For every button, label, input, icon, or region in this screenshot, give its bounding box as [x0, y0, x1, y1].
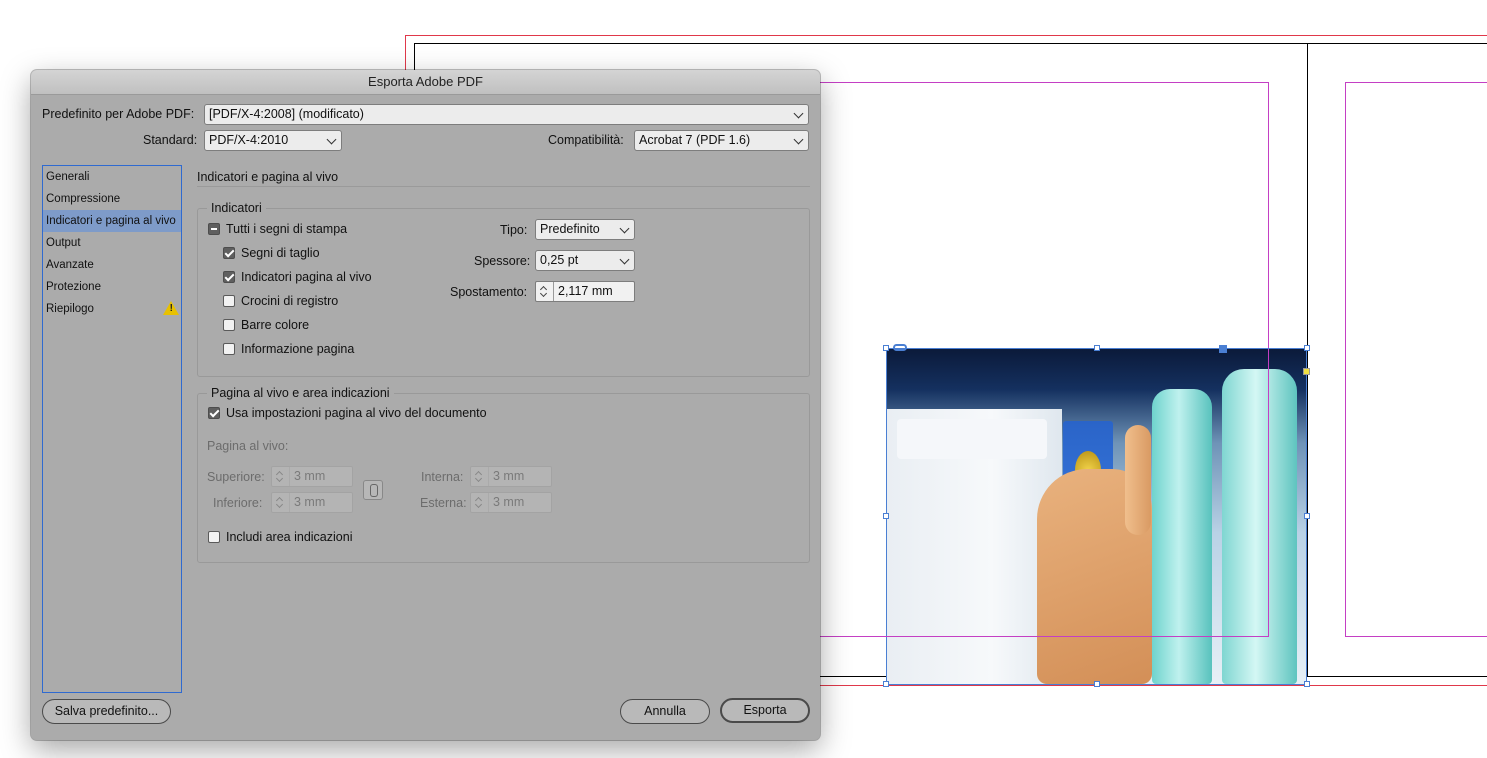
page-info-checkbox[interactable]: [223, 343, 235, 355]
sidebar-item-label: Avanzate: [46, 259, 94, 271]
sidebar-item-output[interactable]: Output: [43, 232, 181, 254]
slug-area-checkbox[interactable]: [208, 531, 220, 543]
compatibility-select[interactable]: Acrobat 7 (PDF 1.6): [634, 130, 809, 151]
bottom-bleed-stepper[interactable]: 3 mm: [271, 492, 353, 513]
type-value: Predefinito: [540, 222, 600, 236]
chevron-down-icon: [793, 134, 804, 145]
type-label: Tipo:: [500, 223, 528, 237]
inside-bleed-label: Interna:: [421, 470, 464, 484]
content-grabber-handle[interactable]: [1219, 345, 1227, 353]
use-doc-bleed-checkbox[interactable]: [208, 407, 220, 419]
top-bleed-label: Superiore:: [207, 470, 265, 484]
offset-value: 2,117 mm: [558, 284, 613, 298]
crop-marks-label: Segni di taglio: [241, 246, 320, 260]
live-corner-handle[interactable]: [1303, 368, 1310, 375]
all-marks-label: Tutti i segni di stampa: [226, 222, 348, 236]
image-frame-margin-overlay: [886, 636, 1269, 637]
outside-bleed-label: Esterna:: [420, 496, 467, 510]
stepper-arrows-icon[interactable]: [471, 467, 489, 486]
standard-label: Standard:: [143, 133, 198, 147]
image-frame[interactable]: [886, 348, 1307, 685]
outside-bleed-value: 3 mm: [493, 495, 525, 509]
sidebar-item-generali[interactable]: Generali: [43, 166, 181, 188]
all-marks-checkbox[interactable]: [208, 223, 220, 235]
chevron-down-icon: [326, 134, 337, 145]
compatibility-value: Acrobat 7 (PDF 1.6): [639, 133, 751, 147]
export-button[interactable]: Esporta: [720, 698, 810, 723]
registration-marks-checkbox[interactable]: [223, 295, 235, 307]
registration-marks-label: Crocini di registro: [241, 294, 339, 308]
panel-title: Indicatori e pagina al vivo: [197, 170, 339, 184]
link-icon[interactable]: [893, 344, 907, 351]
weight-value: 0,25 pt: [540, 253, 579, 267]
weight-select[interactable]: 0,25 pt: [535, 250, 635, 271]
chevron-down-icon: [793, 108, 804, 119]
bleed-marks-label: Indicatori pagina al vivo: [241, 270, 372, 284]
resize-handle[interactable]: [883, 513, 889, 519]
panel-title-divider: [197, 186, 810, 187]
bleed-marks-checkbox[interactable]: [223, 271, 235, 283]
color-bars-label: Barre colore: [241, 318, 310, 332]
preset-select[interactable]: [PDF/X-4:2008] (modificato): [204, 104, 809, 125]
top-bleed-stepper[interactable]: 3 mm: [271, 466, 353, 487]
sidebar-item-label: Riepilogo: [46, 303, 94, 315]
inside-bleed-stepper[interactable]: 3 mm: [470, 466, 552, 487]
chain-link-icon[interactable]: [363, 480, 383, 500]
chevron-down-icon: [619, 254, 630, 265]
sidebar-item-label: Indicatori e pagina al vivo: [46, 215, 176, 227]
resize-handle[interactable]: [883, 681, 889, 687]
sidebar-item-label: Protezione: [46, 281, 101, 293]
offset-stepper[interactable]: 2,117 mm: [535, 281, 635, 302]
stepper-arrows-icon[interactable]: [272, 493, 290, 512]
bottom-bleed-label: Inferiore:: [213, 496, 263, 510]
image-frame-margin-overlay: [1268, 349, 1269, 637]
standard-select[interactable]: PDF/X-4:2010: [204, 130, 342, 151]
stepper-arrows-icon[interactable]: [272, 467, 290, 486]
margin-guide-right-page: [1345, 82, 1487, 637]
resize-handle[interactable]: [883, 345, 889, 351]
resize-handle[interactable]: [1304, 681, 1310, 687]
page-info-label: Informazione pagina: [241, 342, 355, 356]
export-pdf-dialog: Esporta Adobe PDF Predefinito per Adobe …: [31, 70, 820, 740]
warning-icon-mark: !: [169, 303, 173, 314]
color-bars-checkbox[interactable]: [223, 319, 235, 331]
sidebar-item-label: Compressione: [46, 193, 121, 205]
top-bleed-value: 3 mm: [294, 469, 326, 483]
save-preset-button[interactable]: Salva predefinito...: [42, 699, 171, 724]
preset-value: [PDF/X-4:2008] (modificato): [209, 107, 364, 121]
stepper-arrows-icon[interactable]: [536, 282, 554, 301]
resize-handle[interactable]: [1304, 513, 1310, 519]
dialog-title: Esporta Adobe PDF: [31, 70, 820, 95]
sidebar-list: Generali Compressione Indicatori e pagin…: [42, 165, 182, 693]
bottom-bleed-value: 3 mm: [294, 495, 326, 509]
resize-handle[interactable]: [1304, 345, 1310, 351]
type-select[interactable]: Predefinito: [535, 219, 635, 240]
bleed-label: Pagina al vivo:: [207, 439, 289, 453]
crop-marks-checkbox[interactable]: [223, 247, 235, 259]
bleed-group-title: Pagina al vivo e area indicazioni: [207, 386, 394, 400]
resize-handle[interactable]: [1094, 681, 1100, 687]
compatibility-label: Compatibilità:: [548, 133, 624, 147]
stepper-arrows-icon[interactable]: [471, 493, 489, 512]
resize-handle[interactable]: [1094, 345, 1100, 351]
sidebar-item-indicatori[interactable]: Indicatori e pagina al vivo: [43, 210, 181, 232]
sidebar-item-protezione[interactable]: Protezione: [43, 276, 181, 298]
inside-bleed-value: 3 mm: [493, 469, 525, 483]
chevron-down-icon: [619, 223, 630, 234]
standard-value: PDF/X-4:2010: [209, 133, 289, 147]
sidebar-item-riepilogo[interactable]: Riepilogo !: [43, 298, 181, 320]
offset-label: Spostamento:: [450, 285, 528, 299]
sidebar-item-label: Output: [46, 237, 81, 249]
preset-label: Predefinito per Adobe PDF:: [42, 107, 195, 121]
weight-label: Spessore:: [474, 254, 531, 268]
cancel-button[interactable]: Annulla: [620, 699, 710, 724]
marks-group-title: Indicatori: [207, 201, 266, 215]
sidebar-item-avanzate[interactable]: Avanzate: [43, 254, 181, 276]
sidebar-item-label: Generali: [46, 171, 90, 183]
slug-area-label: Includi area indicazioni: [226, 530, 353, 544]
use-doc-bleed-label: Usa impostazioni pagina al vivo del docu…: [226, 406, 487, 420]
sidebar-item-compressione[interactable]: Compressione: [43, 188, 181, 210]
outside-bleed-stepper[interactable]: 3 mm: [470, 492, 552, 513]
